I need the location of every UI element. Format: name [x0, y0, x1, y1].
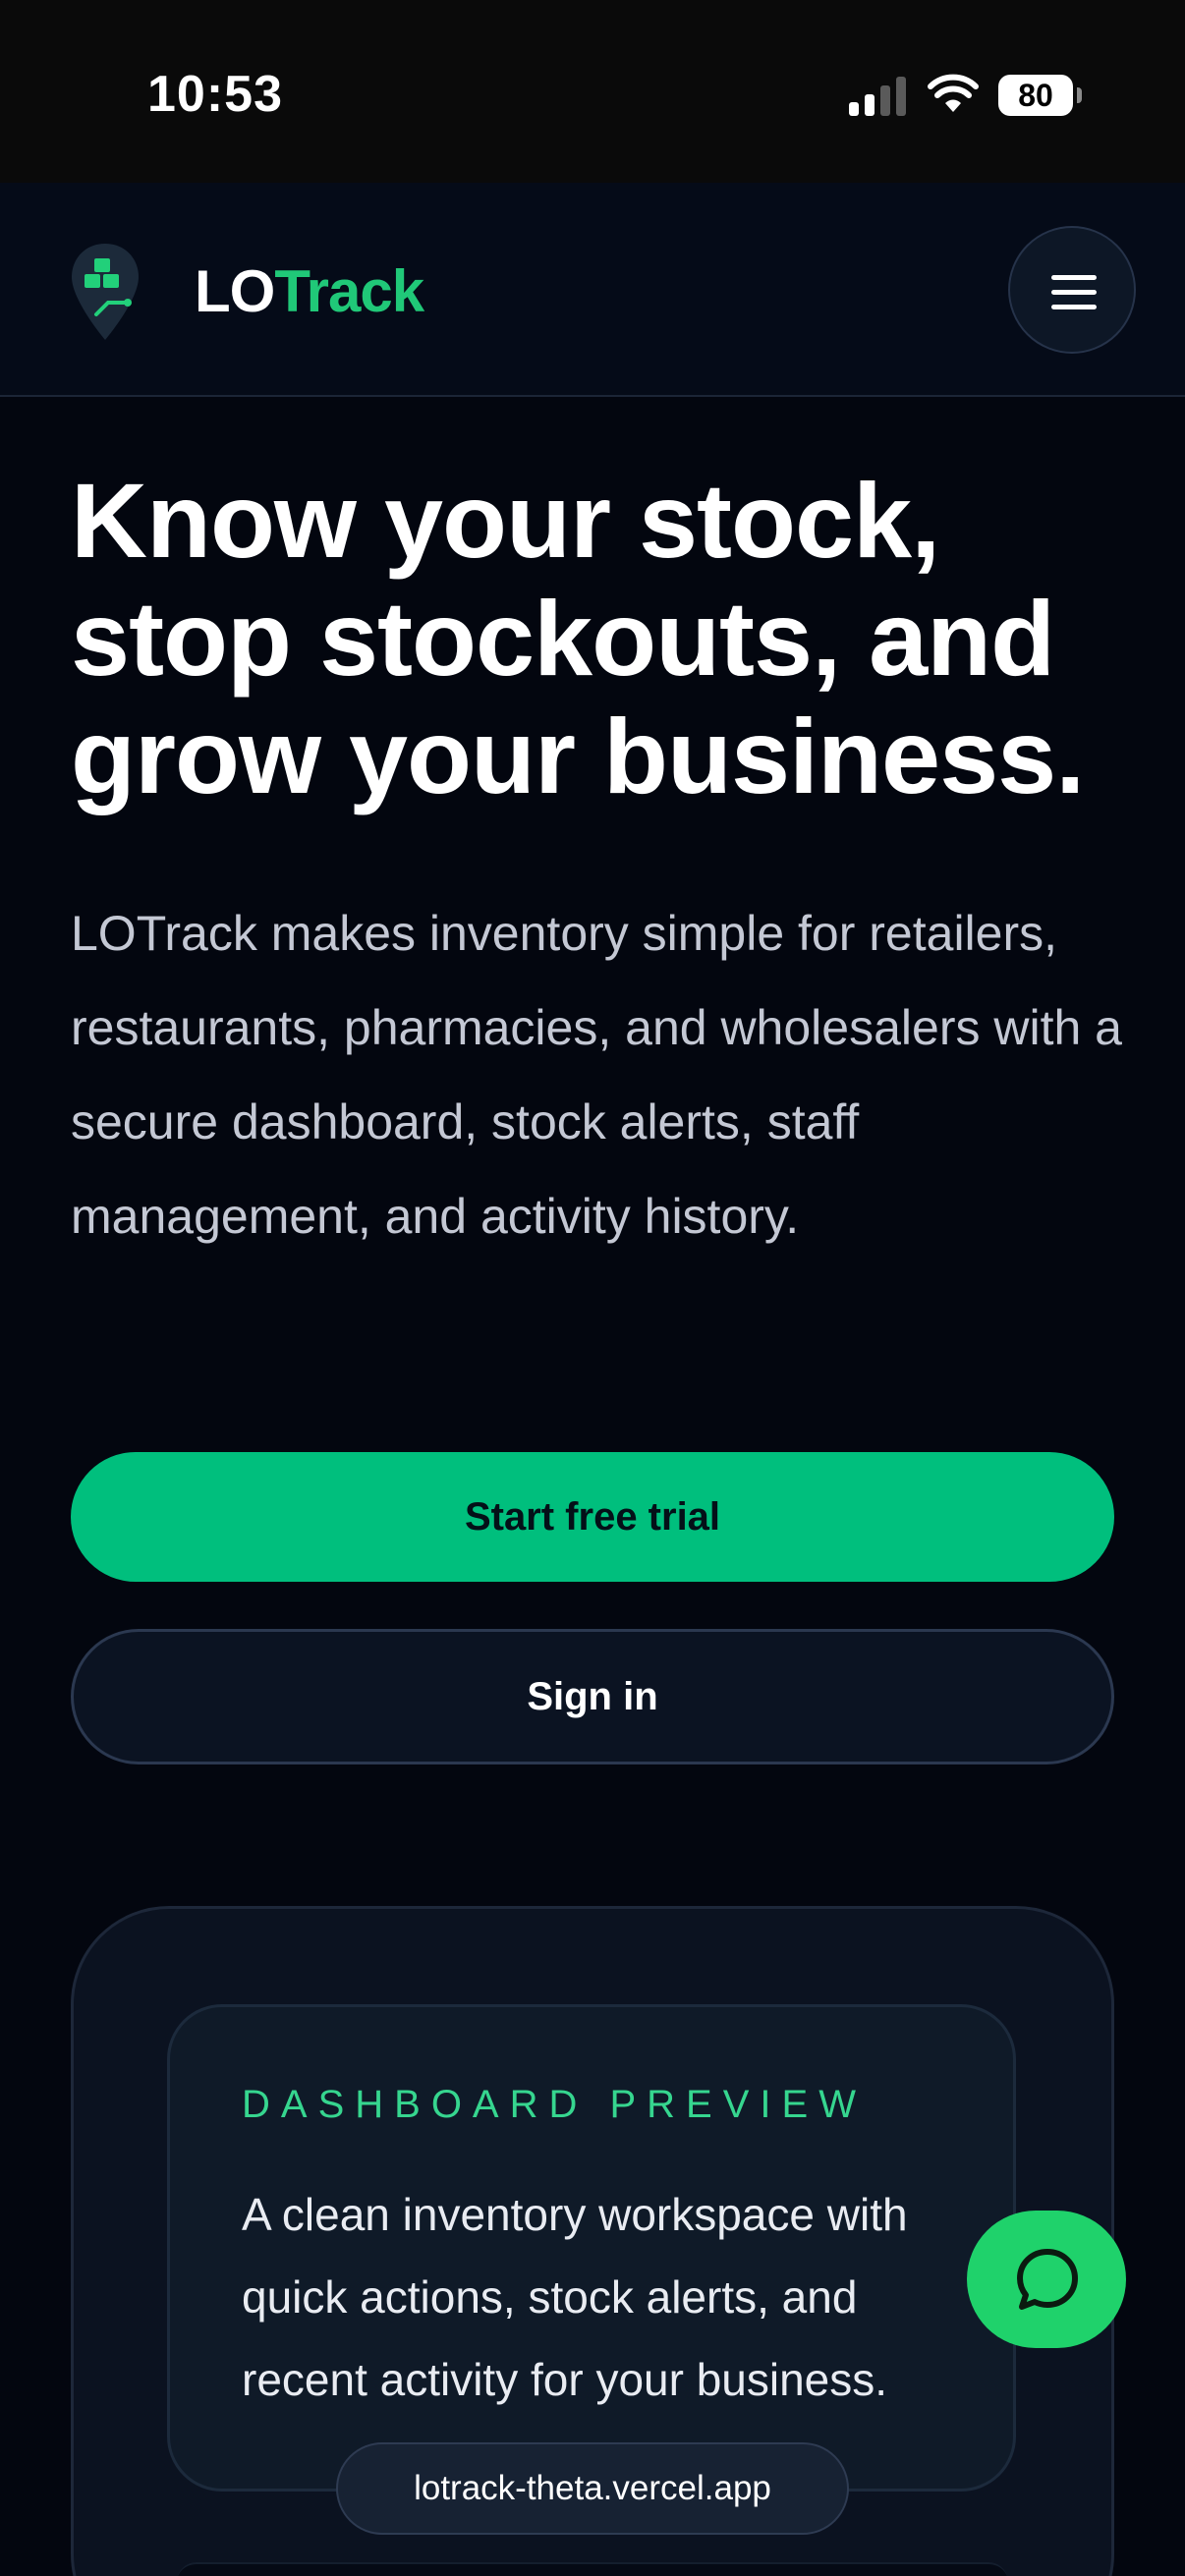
- wifi-icon: [928, 74, 979, 112]
- brand-lo: LO: [195, 258, 275, 324]
- start-free-trial-button[interactable]: Start free trial: [71, 1452, 1114, 1582]
- battery-level: 80: [1018, 78, 1053, 113]
- landing-page: 10:53 80 LOTrack Know your stock, stop s…: [0, 0, 1185, 2576]
- signal-icon: [849, 77, 906, 116]
- chat-bubble-icon: [1017, 2249, 1078, 2310]
- lower-card-edge: [177, 2562, 1008, 2576]
- map-pin-boxes-icon[interactable]: [69, 242, 141, 344]
- hamburger-menu-icon-bar: [1051, 305, 1097, 309]
- status-time: 10:53: [147, 66, 283, 123]
- hero-description: LOTrack makes inventory simple for retai…: [71, 906, 1122, 1244]
- hamburger-menu-icon-bar: [1051, 290, 1097, 295]
- hamburger-menu-icon: [1051, 275, 1097, 280]
- chat-button[interactable]: [967, 2211, 1126, 2348]
- battery-icon: 80: [998, 75, 1082, 116]
- brand-track: Track: [274, 258, 424, 324]
- hero-title: Know your stock, stop stockouts, and gro…: [71, 461, 1085, 815]
- status-bar: 10:53 80: [0, 0, 1185, 183]
- brand-logo-text[interactable]: LOTrack: [195, 257, 424, 325]
- hamburger-menu-button[interactable]: [1008, 226, 1136, 354]
- preview-description: A clean inventory workspace with quick a…: [242, 2189, 908, 2405]
- browser-url-pill[interactable]: lotrack-theta.vercel.app: [336, 2442, 849, 2535]
- sign-in-button[interactable]: Sign in: [71, 1629, 1114, 1764]
- app-header: LOTrack: [0, 183, 1185, 397]
- preview-eyebrow: DASHBOARD PREVIEW: [242, 2083, 867, 2126]
